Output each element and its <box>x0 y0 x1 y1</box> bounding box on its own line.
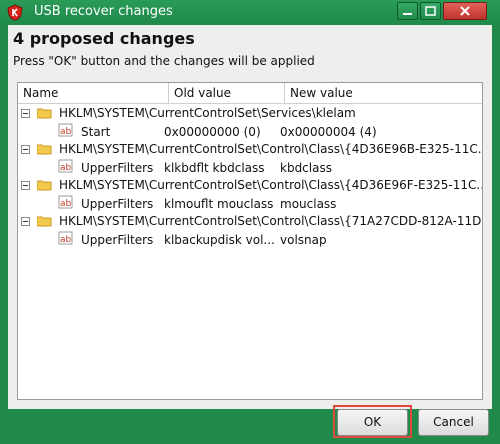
registry-key-path: HKLM\SYSTEM\CurrentControlSet\Services\k… <box>59 106 356 120</box>
column-new-value[interactable]: New value <box>285 83 482 103</box>
registry-string-value-icon: ab <box>58 195 73 209</box>
registry-key-path: HKLM\SYSTEM\CurrentControlSet\Control\Cl… <box>59 142 483 156</box>
value-new: mouclass <box>280 197 337 211</box>
registry-key-path: HKLM\SYSTEM\CurrentControlSet\Control\Cl… <box>59 214 483 228</box>
column-header: Name Old value New value <box>18 83 482 104</box>
folder-icon <box>37 144 52 155</box>
tree-key-row[interactable]: HKLM\SYSTEM\CurrentControlSet\Services\k… <box>18 105 482 123</box>
collapse-icon[interactable] <box>21 181 30 190</box>
collapse-icon[interactable] <box>21 217 30 226</box>
tree-value-row[interactable]: ab UpperFilters klkbdflt kbdclass kbdcla… <box>18 159 482 177</box>
registry-string-value-icon: ab <box>58 159 73 173</box>
ok-button[interactable]: OK <box>337 409 408 436</box>
close-icon <box>460 6 470 16</box>
folder-icon <box>37 180 52 191</box>
window-title: USB recover changes <box>34 4 173 19</box>
svg-text:ab: ab <box>60 199 72 209</box>
svg-text:ab: ab <box>60 127 72 137</box>
tree-value-row[interactable]: ab Start 0x00000000 (0) 0x00000004 (4) <box>18 123 482 141</box>
close-button[interactable] <box>443 2 487 20</box>
tree-key-row[interactable]: HKLM\SYSTEM\CurrentControlSet\Control\Cl… <box>18 213 482 231</box>
folder-icon <box>37 216 52 227</box>
value-old: klmouflt mouclass <box>164 197 274 211</box>
value-new: volsnap <box>280 233 327 247</box>
restore-button[interactable] <box>420 2 441 20</box>
svg-text:ab: ab <box>60 163 72 173</box>
value-old: klbackupdisk vol... <box>164 233 275 247</box>
value-old: 0x00000000 (0) <box>164 125 261 139</box>
value-name: UpperFilters <box>81 233 154 247</box>
tree-value-row[interactable]: ab UpperFilters klbackupdisk vol... vols… <box>18 231 482 249</box>
registry-string-value-icon: ab <box>58 123 73 137</box>
column-old-value[interactable]: Old value <box>169 83 285 103</box>
value-old: klkbdflt kbdclass <box>164 161 265 175</box>
cancel-button[interactable]: Cancel <box>418 409 489 436</box>
collapse-icon[interactable] <box>21 145 30 154</box>
registry-key-path: HKLM\SYSTEM\CurrentControlSet\Control\Cl… <box>59 178 483 192</box>
minimize-button[interactable] <box>397 2 418 20</box>
dialog-window: USB recover changes 4 proposed changes P… <box>0 0 500 444</box>
registry-string-value-icon: ab <box>58 231 73 245</box>
page-title: 4 proposed changes <box>13 29 195 48</box>
minimize-icon <box>403 13 412 15</box>
tree-key-row[interactable]: HKLM\SYSTEM\CurrentControlSet\Control\Cl… <box>18 141 482 159</box>
svg-text:ab: ab <box>60 235 72 245</box>
tree-value-row[interactable]: ab UpperFilters klmouflt mouclass moucla… <box>18 195 482 213</box>
value-name: UpperFilters <box>81 161 154 175</box>
kaspersky-logo-icon <box>7 4 23 21</box>
collapse-icon[interactable] <box>21 109 30 118</box>
column-name[interactable]: Name <box>18 83 169 103</box>
value-name: Start <box>81 125 111 139</box>
instruction-text: Press "OK" button and the changes will b… <box>13 54 315 68</box>
changes-tree[interactable]: Name Old value New value HKLM\SYSTEM\Cur… <box>17 82 483 400</box>
folder-icon <box>37 108 52 119</box>
dialog-body: 4 proposed changes Press "OK" button and… <box>8 25 492 409</box>
value-name: UpperFilters <box>81 197 154 211</box>
title-bar[interactable]: USB recover changes <box>0 0 500 25</box>
tree-key-row[interactable]: HKLM\SYSTEM\CurrentControlSet\Control\Cl… <box>18 177 482 195</box>
maximize-icon <box>425 6 436 16</box>
value-new: kbdclass <box>280 161 332 175</box>
value-new: 0x00000004 (4) <box>280 125 377 139</box>
